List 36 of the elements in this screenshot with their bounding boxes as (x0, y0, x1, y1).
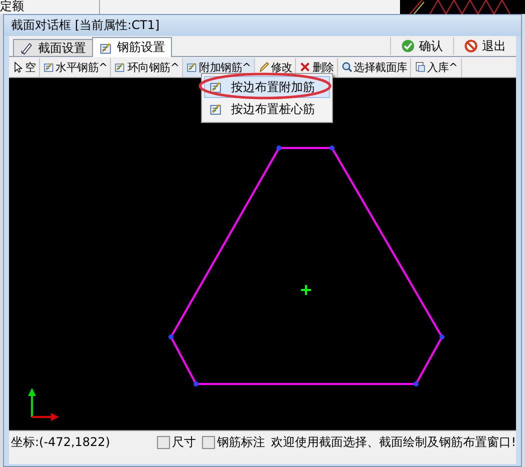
check-icon (401, 39, 415, 53)
y-axis-arrow (28, 388, 36, 417)
rebar-icon (99, 40, 113, 54)
status-message: 欢迎使用截面选择、截面绘制及钢筋布置窗口! (271, 434, 516, 450)
vertex-marker (168, 334, 174, 340)
x-axis-arrow (32, 413, 59, 421)
coordinates-label: 坐标:(-472,1822) (11, 434, 110, 450)
exit-button[interactable]: 退出 (453, 37, 516, 55)
checkbox[interactable]: 钢筋标注 (202, 434, 266, 450)
toolbar-button[interactable]: 入库^ (411, 58, 462, 76)
center-mark (300, 284, 312, 296)
cancel-icon (464, 39, 478, 53)
confirm-button[interactable]: 确认 (390, 37, 453, 55)
rebar-icon (114, 61, 126, 73)
pointer-icon (12, 61, 24, 73)
vertex-marker (330, 146, 334, 150)
rebar-icon (209, 102, 223, 116)
rebar-icon (186, 61, 198, 73)
toolbar-button[interactable]: 空 (9, 58, 40, 76)
rebar-icon (42, 61, 55, 73)
rebar-icon (209, 80, 223, 94)
vertex-marker (194, 382, 198, 386)
window-title: 截面对话框 [当前属性:CT1] (11, 17, 160, 34)
search-icon (340, 61, 353, 73)
tab[interactable]: 截面设置 (13, 39, 93, 56)
toolbar-button[interactable]: 水平钢筋^ (40, 58, 112, 76)
toolbar-button[interactable]: 选择截面库 (338, 58, 412, 76)
document-icon (414, 61, 426, 73)
vertex-marker (276, 146, 282, 150)
pen-icon (20, 41, 34, 55)
tab[interactable]: 钢筋设置 (92, 37, 172, 57)
menu-item[interactable]: 按边布置桩心筋 (204, 98, 330, 120)
vertex-marker (414, 382, 418, 386)
delete-icon (299, 61, 312, 73)
checkbox[interactable]: 尺寸 (157, 434, 196, 450)
vertex-marker (440, 334, 444, 340)
